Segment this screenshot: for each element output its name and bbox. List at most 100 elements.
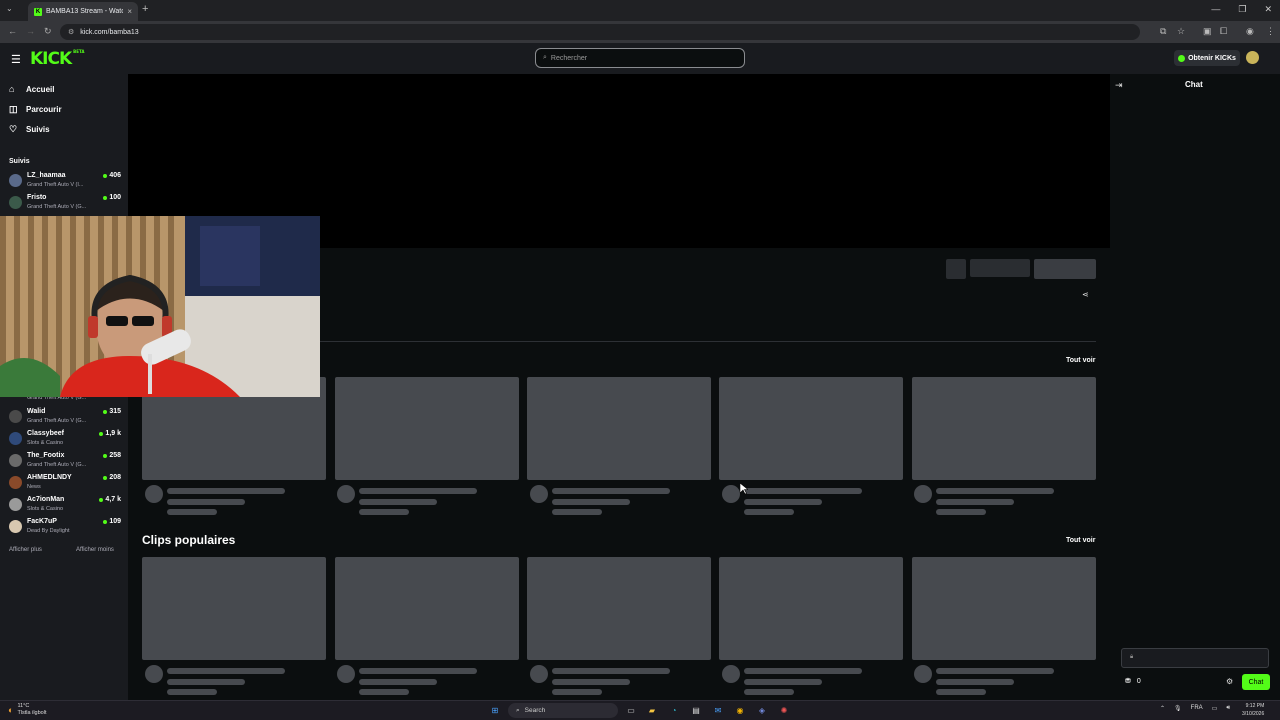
placeholder-button[interactable] [946,259,966,279]
clip-card-skeleton[interactable] [912,557,1096,660]
video-card-skeleton[interactable] [912,377,1096,480]
skeleton-avatar [914,485,932,503]
browser-tab[interactable]: K BAMBA13 Stream - Watch Live × [28,2,138,21]
skeleton-line [936,668,1054,674]
windows-start-icon[interactable]: ⊞ [489,704,501,716]
see-all-link[interactable]: Tout voir [1066,357,1095,364]
menu-icon[interactable]: ☰ [11,53,21,66]
window-close-icon[interactable]: ✕ [1264,4,1272,15]
extension-icon[interactable]: ▣ [1203,26,1212,37]
url-field[interactable]: ⚙ kick.com/bamba13 [60,24,1140,40]
tray-overflow-icon[interactable]: ⌃ [1160,705,1165,712]
weather-widget[interactable]: ◐ 11°C Tlstla ilgbolt [8,703,46,717]
collapse-chat-icon[interactable]: ⇥ [1115,80,1123,91]
chat-send-button[interactable]: Chat [1242,674,1270,690]
follow-placeholder-button[interactable] [1034,259,1096,279]
extensions-puzzle-icon[interactable]: ⧠ [1220,26,1227,37]
skeleton-avatar [530,665,548,683]
video-card-skeleton[interactable] [335,377,519,480]
network-icon[interactable]: ▭ [1212,705,1218,712]
followed-channel[interactable]: FacK7uP Dead By Daylight 109 [9,517,121,537]
minimize-icon[interactable]: — [1211,4,1220,15]
back-icon[interactable]: ← [8,26,17,36]
show-more-link[interactable]: Afficher plus [9,547,42,553]
skeleton-avatar [530,485,548,503]
viewer-count: 315 [103,408,121,415]
microphone-icon[interactable]: 🎙︎ [1174,705,1182,712]
sidebar-item-following[interactable]: ♡ Suivis [9,124,50,135]
tab-search-icon[interactable]: ⌄ [6,4,13,13]
chat-settings-icon[interactable]: ⚙ [1226,677,1233,686]
browser-menu-icon[interactable]: ⋮ [1266,26,1275,37]
edge-icon[interactable]: ◔ [668,704,680,716]
followed-channel[interactable]: The_Footix Grand Theft Auto V (G... 258 [9,451,121,471]
skeleton-line [744,689,794,695]
followed-channel[interactable]: Classybeef Slots & Casino 1,9 k [9,429,121,449]
show-less-link[interactable]: Afficher moins [76,547,114,553]
new-tab-button[interactable]: + [142,3,148,15]
sidebar-item-home[interactable]: ⌂ Accueil [9,84,54,94]
lock-icon: 🔒︎ [1130,654,1134,660]
mail-icon[interactable]: ✉ [712,704,724,716]
followed-channel[interactable]: Fristo Grand Theft Auto V (G... 100 [9,193,121,213]
maximize-icon[interactable]: ❐ [1238,4,1246,15]
chat-input[interactable]: 🔒︎ [1121,648,1269,668]
task-view-icon[interactable]: ▭ [625,704,637,716]
forward-icon[interactable]: → [26,26,35,36]
channel-game: Slots & Casino [27,440,64,446]
search-icon: ⌕ [516,706,520,714]
channel-name: Ac7ionMan [27,496,65,503]
clip-card-skeleton[interactable] [527,557,711,660]
channel-avatar [9,174,22,187]
channel-name: LZ_haamaa [27,172,66,179]
bookmark-star-icon[interactable]: ☆ [1177,26,1185,37]
profile-icon[interactable]: ◉ [1246,26,1254,37]
followed-channel[interactable]: Walid Grand Theft Auto V (G... 315 [9,407,121,427]
site-info-icon[interactable]: ⚙ [68,28,74,36]
translate-icon[interactable]: ⧉ [1160,26,1166,37]
channel-points[interactable]: ⛃ 0 [1125,677,1141,686]
see-all-clips-link[interactable]: Tout voir [1066,537,1095,544]
video-card-skeleton[interactable] [527,377,711,480]
clip-card-skeleton[interactable] [335,557,519,660]
placeholder-button[interactable] [970,259,1030,277]
os-taskbar: ◐ 11°C Tlstla ilgbolt ⊞ ⌕ Search ▭ ▰ ◔ ▤ … [0,700,1280,720]
followed-channel[interactable]: AHMEDLNDY News 208 [9,473,121,493]
kick-logo[interactable]: KICK BETA [30,49,84,69]
video-card-skeleton[interactable] [719,377,903,480]
app-icon[interactable]: ✺ [778,704,790,716]
clip-card-skeleton[interactable] [142,557,326,660]
language-indicator[interactable]: FRA [1191,705,1203,712]
skeleton-line [359,689,409,695]
section-title-clips: Clips populaires [142,533,236,547]
volume-icon[interactable]: 🔊︎ [1226,705,1230,712]
viewer-count: 1,9 k [99,430,121,437]
skeleton-line [744,668,862,674]
search-input[interactable]: ⌕ Rechercher [535,48,745,68]
store-icon[interactable]: ▤ [690,704,702,716]
site-header: ☰ KICK BETA ⌕ Rechercher Obtenir KICKs [0,43,1280,74]
viewer-count: 4,7 k [99,496,121,503]
get-kicks-button[interactable]: Obtenir KICKs [1174,50,1240,66]
skeleton-line [552,509,602,515]
close-tab-icon[interactable]: × [127,7,132,16]
file-explorer-icon[interactable]: ▰ [646,704,658,716]
share-icon[interactable]: ⋖ [1082,290,1089,299]
reload-icon[interactable]: ↻ [44,26,52,37]
live-dot-icon [103,453,108,458]
skeleton-avatar [722,485,740,503]
system-clock[interactable]: 9:12 PM 3/10/2026 [1242,702,1264,718]
skeleton-avatar [722,665,740,683]
discord-icon[interactable]: ◈ [756,704,768,716]
skeleton-line [936,499,1014,505]
clip-card-skeleton[interactable] [719,557,903,660]
chrome-icon[interactable]: ◉ [734,704,746,716]
followed-channel[interactable]: Ac7ionMan Slots & Casino 4,7 k [9,495,121,515]
taskbar-search[interactable]: ⌕ Search [508,703,618,718]
skeleton-line [744,509,794,515]
sidebar-item-browse[interactable]: ◫ Parcourir [9,104,62,115]
followed-channel[interactable]: LZ_haamaa Grand Theft Auto V (I... 406 [9,171,121,191]
channel-game: Grand Theft Auto V (G... [27,204,87,210]
channel-game: Grand Theft Auto V (G... [27,462,87,468]
user-avatar[interactable] [1246,51,1259,64]
